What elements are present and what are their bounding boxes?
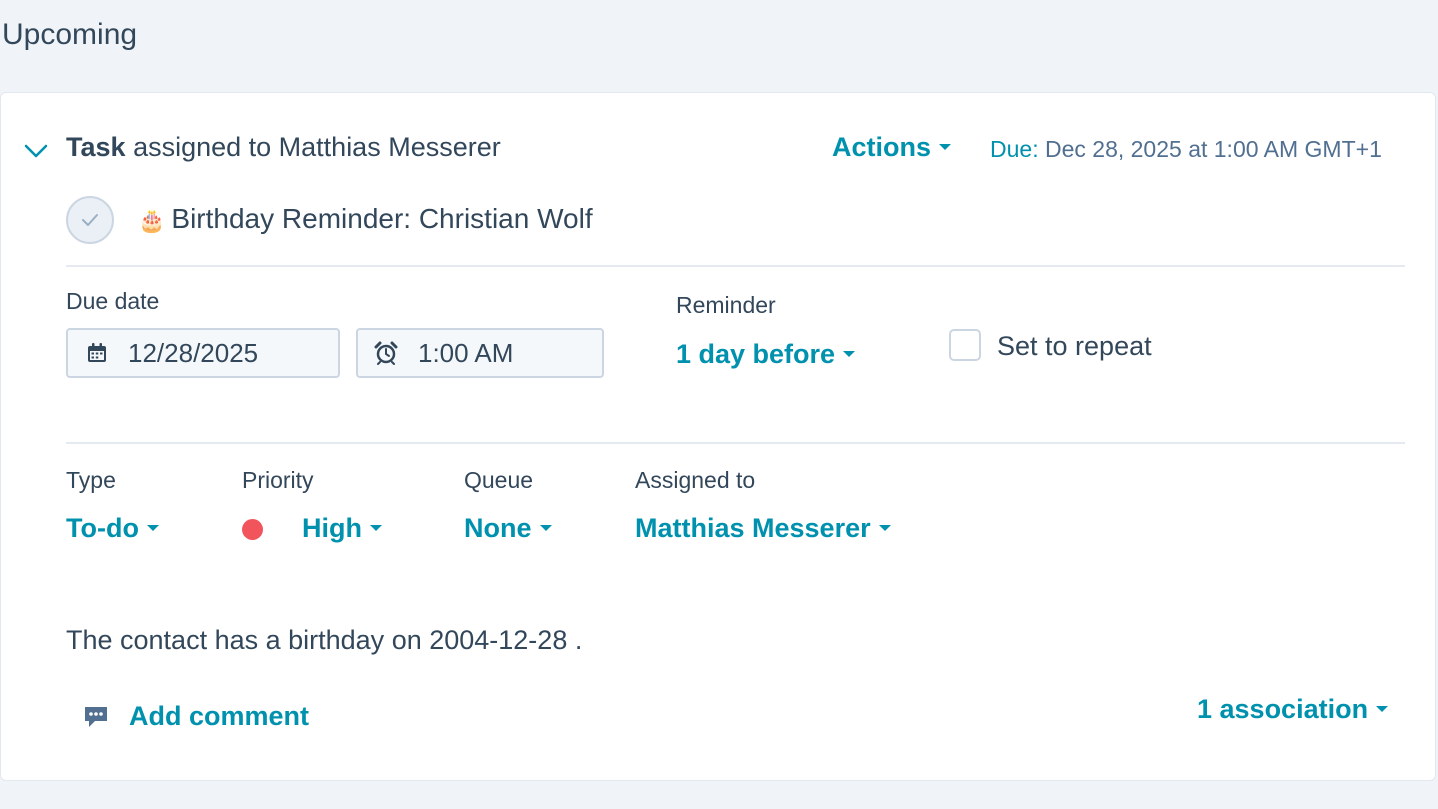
due-summary: Due: Dec 28, 2025 at 1:00 AM GMT+1	[990, 136, 1382, 163]
queue-value: None	[464, 513, 532, 543]
assigned-to-dropdown[interactable]: Matthias Messerer	[635, 513, 891, 544]
caret-down-icon	[939, 143, 952, 150]
due-summary-label: Due:	[990, 136, 1039, 162]
associations-label: 1 association	[1197, 694, 1369, 724]
caret-down-icon	[878, 524, 891, 531]
due-summary-value: Dec 28, 2025 at 1:00 AM GMT+1	[1044, 136, 1382, 162]
reminder-dropdown[interactable]: 1 day before	[676, 339, 856, 370]
repeat-checkbox[interactable]	[949, 329, 981, 361]
queue-dropdown[interactable]: None	[464, 513, 552, 544]
reminder-value: 1 day before	[676, 339, 836, 369]
caret-down-icon	[539, 524, 552, 531]
caret-down-icon	[843, 350, 856, 357]
caret-down-icon	[1376, 705, 1389, 712]
type-value: To-do	[66, 513, 139, 543]
add-comment-label: Add comment	[129, 701, 310, 731]
task-header: Task assigned to Matthias Messerer	[66, 132, 501, 163]
reminder-label: Reminder	[676, 292, 776, 318]
task-card: Task assigned to Matthias Messerer Actio…	[0, 92, 1436, 781]
calendar-icon	[88, 343, 106, 362]
comment-icon	[85, 706, 107, 727]
type-label: Type	[66, 467, 116, 493]
divider-middle	[66, 442, 1405, 444]
birthday-cake-icon: 🎂	[138, 208, 166, 233]
task-assigned-text: assigned to Matthias Messerer	[133, 132, 501, 162]
due-time-value: 1:00 AM	[418, 337, 514, 368]
collapse-toggle[interactable]	[23, 138, 49, 164]
repeat-label[interactable]: Set to repeat	[997, 331, 1152, 362]
due-date-input[interactable]: 12/28/2025	[66, 328, 340, 378]
priority-dot-icon	[242, 519, 263, 540]
associations-dropdown[interactable]: 1 association	[1197, 694, 1389, 725]
assigned-to-value: Matthias Messerer	[635, 513, 871, 543]
queue-label: Queue	[464, 467, 534, 493]
divider-top	[66, 265, 1405, 267]
caret-down-icon	[146, 524, 159, 531]
chevron-down-icon	[24, 144, 48, 158]
priority-value: High	[302, 513, 362, 543]
due-date-value: 12/28/2025	[128, 337, 259, 368]
assigned-to-label: Assigned to	[635, 467, 756, 493]
alarm-clock-icon	[374, 341, 398, 365]
priority-label: Priority	[242, 467, 314, 493]
actions-dropdown[interactable]: Actions	[832, 132, 952, 163]
complete-task-button[interactable]	[66, 196, 114, 244]
caret-down-icon	[370, 524, 382, 531]
check-icon	[82, 214, 98, 226]
actions-label: Actions	[832, 132, 932, 162]
task-type-label: Task	[66, 132, 126, 162]
task-title-text: Birthday Reminder: Christian Wolf	[171, 203, 593, 234]
task-body-text: The contact has a birthday on 2004-12-28…	[66, 625, 583, 655]
section-title: Upcoming	[2, 18, 138, 51]
priority-dropdown[interactable]: High	[302, 513, 382, 544]
due-date-label: Due date	[66, 288, 160, 314]
type-dropdown[interactable]: To-do	[66, 513, 159, 544]
due-time-input[interactable]: 1:00 AM	[356, 328, 604, 378]
add-comment-button[interactable]: Add comment	[83, 701, 309, 732]
task-title[interactable]: 🎂 Birthday Reminder: Christian Wolf	[138, 203, 593, 235]
